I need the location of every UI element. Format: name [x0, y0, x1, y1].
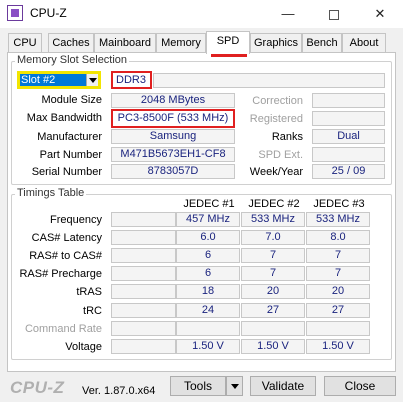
timing-row-spacer: [111, 339, 176, 354]
timing-value-field: 20: [306, 284, 370, 299]
tab-bench[interactable]: Bench: [302, 33, 342, 53]
max-bandwidth-field: PC3-8500F (533 MHz): [111, 109, 235, 128]
timing-row-spacer: [111, 284, 176, 299]
tab-memory[interactable]: Memory: [156, 33, 206, 53]
timings-column-header: JEDEC #1: [183, 198, 235, 210]
timing-row-label: CAS# Latency: [31, 232, 102, 244]
timings-column-header: JEDEC #2: [248, 198, 300, 210]
maximize-icon: [329, 9, 339, 20]
timing-row-label: Command Rate: [24, 323, 102, 335]
timing-row-label: Voltage: [65, 341, 102, 353]
timing-value-field: 20: [241, 284, 305, 299]
timing-value-field: [241, 321, 305, 336]
tools-dropdown-chevron-icon[interactable]: [226, 376, 243, 396]
correction-label: Correction: [252, 95, 303, 107]
timing-value-field: 7: [241, 266, 305, 281]
spd-tab-highlight: [211, 54, 247, 57]
memory-type-extra-field: [153, 73, 385, 88]
timing-value-field: 27: [241, 303, 305, 318]
ranks-label: Ranks: [271, 131, 303, 143]
ranks-field: Dual: [312, 129, 385, 144]
tab-graphics[interactable]: Graphics: [250, 33, 302, 53]
week-year-field: 25 / 09: [312, 164, 385, 179]
correction-field: [312, 93, 385, 108]
tab-cpu[interactable]: CPU: [8, 33, 42, 53]
spd-ext-field: [312, 147, 385, 162]
timing-value-field: 1.50 V: [306, 339, 370, 354]
timing-value-field: 6.0: [176, 230, 240, 245]
module-size-field: 2048 MBytes: [111, 93, 235, 108]
timing-value-field: [306, 321, 370, 336]
cpuz-app-icon: [7, 5, 23, 21]
cpuz-logo: CPU-Z: [10, 378, 65, 397]
window-title: CPU-Z: [30, 6, 67, 20]
tab-about[interactable]: About: [342, 33, 386, 53]
timing-row-spacer: [111, 230, 176, 245]
registered-label: Registered: [249, 113, 303, 125]
timing-value-field: 457 MHz: [176, 212, 240, 227]
timing-row-label: RAS# to CAS#: [29, 250, 102, 262]
registered-field: [312, 111, 385, 126]
tab-spd[interactable]: SPD: [206, 31, 250, 54]
week-year-label: Week/Year: [249, 166, 303, 178]
slot-select[interactable]: Slot #2: [17, 71, 101, 89]
module-size-label: Module Size: [41, 94, 102, 106]
timing-value-field: 533 MHz: [306, 212, 370, 227]
timing-value-field: 1.50 V: [176, 339, 240, 354]
manufacturer-label: Manufacturer: [37, 131, 102, 143]
close-button[interactable]: Close: [324, 376, 396, 396]
timing-row-spacer: [111, 212, 176, 227]
timing-value-field: 27: [306, 303, 370, 318]
timing-value-field: 6: [176, 248, 240, 263]
timing-value-field: 8.0: [306, 230, 370, 245]
manufacturer-field: Samsung: [111, 129, 235, 144]
spd-ext-label: SPD Ext.: [258, 149, 303, 161]
timing-row-label: tRC: [83, 305, 102, 317]
timing-row-spacer: [111, 266, 176, 281]
part-number-field: M471B5673EH1-CF8: [111, 147, 235, 162]
timings-column-header: JEDEC #3: [313, 198, 365, 210]
version-text: Ver. 1.87.0.x64: [82, 385, 156, 397]
timing-value-field: 7: [241, 248, 305, 263]
timing-row-label: RAS# Precharge: [19, 268, 102, 280]
close-window-button[interactable]: ✕: [357, 0, 403, 28]
title-bar: CPU-Z — ✕: [0, 0, 403, 28]
timing-row-label: tRAS: [76, 286, 102, 298]
tools-button[interactable]: Tools: [170, 376, 226, 396]
slot-select-value: Slot #2: [20, 74, 86, 86]
timing-value-field: 533 MHz: [241, 212, 305, 227]
timing-row-spacer: [111, 303, 176, 318]
timing-row-label: Frequency: [50, 214, 102, 226]
serial-number-label: Serial Number: [31, 166, 102, 178]
validate-button[interactable]: Validate: [250, 376, 316, 396]
timing-value-field: 7: [306, 266, 370, 281]
timing-value-field: [176, 321, 240, 336]
tab-mainboard[interactable]: Mainboard: [94, 33, 156, 53]
timings-group-label: Timings Table: [15, 187, 87, 199]
timing-row-spacer: [111, 248, 176, 263]
max-bandwidth-label: Max Bandwidth: [26, 112, 102, 124]
timing-value-field: 18: [176, 284, 240, 299]
timing-value-field: 1.50 V: [241, 339, 305, 354]
minimize-button[interactable]: —: [265, 0, 311, 28]
chevron-down-icon[interactable]: [86, 74, 98, 86]
timing-row-spacer: [111, 321, 176, 336]
maximize-button[interactable]: [311, 0, 357, 28]
tab-caches[interactable]: Caches: [48, 33, 94, 53]
timing-value-field: 6: [176, 266, 240, 281]
timing-value-field: 24: [176, 303, 240, 318]
part-number-label: Part Number: [39, 149, 102, 161]
timing-value-field: 7: [306, 248, 370, 263]
timing-value-field: 7.0: [241, 230, 305, 245]
memory-type-field: DDR3: [111, 71, 152, 89]
serial-number-field: 8783057D: [111, 164, 235, 179]
memory-slot-group-label: Memory Slot Selection: [15, 54, 130, 66]
